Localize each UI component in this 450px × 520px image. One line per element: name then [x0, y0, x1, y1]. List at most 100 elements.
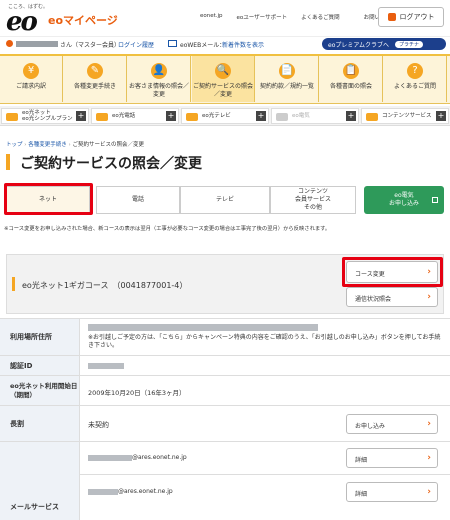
mail1-detail-button[interactable]: 詳細 ›	[346, 448, 438, 468]
breadcrumb-changes[interactable]: 各種変更手続き	[28, 142, 67, 148]
nav-item-label: ご請求内訳	[15, 83, 46, 90]
plus-icon[interactable]: +	[256, 111, 266, 121]
address-redacted	[88, 324, 318, 331]
breadcrumb: トップ › 各種変更手続き › ご契約サービスの照会／変更	[6, 142, 144, 148]
row-long: 長割 未契約 お申し込み ›	[0, 406, 450, 442]
service-icon	[6, 113, 18, 121]
user-icon	[6, 40, 13, 47]
service-icon	[96, 113, 108, 121]
nav-item-label: 各種変更手続き	[73, 83, 116, 90]
chevron-right-icon: ›	[427, 453, 431, 463]
nav-item-label: よくあるご質問	[393, 83, 436, 90]
service-tab-0[interactable]: eo光ネット eo光シンプルプラン +	[1, 108, 89, 124]
nav-item-6[interactable]: ? よくあるご質問	[384, 56, 447, 102]
page-title: ご契約サービスの照会／変更	[20, 156, 202, 172]
mail1: @ares.eonet.ne.jp	[88, 454, 187, 461]
nav-item-4[interactable]: 📄 契約約款／規約一覧	[256, 56, 319, 102]
mail-icon	[168, 40, 177, 47]
plus-icon[interactable]: +	[76, 111, 86, 121]
electricity-apply-button[interactable]: eo電気 お申し込み	[364, 186, 444, 214]
row-address: 利用場所住所 ※お引越しご予定の方は、「こちら」からキャンペーン特典の内容をご確…	[0, 318, 450, 356]
site-title: eoマイページ	[48, 14, 118, 27]
mail1-user-redacted	[88, 454, 132, 461]
user-bar: さん（マスター会員） ログイン履歴 eoWEBメール： 新着件数を表示 eoプレ…	[0, 36, 450, 50]
premium-club-button[interactable]: eoプレミアムクラブへ プラチナ	[322, 38, 446, 50]
mail2-detail-button[interactable]: 詳細 ›	[346, 482, 438, 502]
row-auth: 認証ID	[0, 356, 450, 376]
breadcrumb-top[interactable]: トップ	[6, 142, 23, 148]
nav-icon: ✎	[87, 63, 103, 79]
service-tab-3[interactable]: eo電気 +	[271, 108, 359, 124]
nav-icon: 📋	[343, 63, 359, 79]
tab-content[interactable]: コンテンツ 会員サービス その他	[270, 186, 356, 214]
nav-item-5[interactable]: 📋 各種書面の照会	[320, 56, 383, 102]
nav-icon: ?	[407, 63, 423, 79]
course-accent	[12, 277, 15, 291]
external-icon	[432, 197, 438, 203]
nav-item-label: お客さま情報の照会／変更	[128, 83, 189, 98]
nav-item-label: ご契約サービスの照会／変更	[192, 83, 253, 98]
start-value: 2009年10月20日（16年3ヶ月）	[88, 389, 186, 397]
long-value: 未契約	[88, 421, 109, 429]
plus-icon[interactable]: +	[346, 111, 356, 121]
auth-label: 認証ID	[0, 356, 80, 375]
nav-item-0[interactable]: ¥ ご請求内訳	[0, 56, 63, 102]
nav-item-2[interactable]: 👤 お客さま情報の照会／変更	[128, 56, 191, 102]
service-label: コンテンツサービス	[382, 113, 432, 119]
link-eonet[interactable]: eonet.jp	[200, 13, 223, 21]
mail-label: メールサービス	[0, 442, 80, 520]
eo-logo[interactable]: eo	[6, 7, 38, 37]
title-accent	[6, 154, 10, 170]
user-name-redacted	[16, 41, 58, 47]
nav-icon: 👤	[151, 63, 167, 79]
service-tab-2[interactable]: eo光テレビ +	[181, 108, 269, 124]
start-label: eo光ネット利用開始日（期間）	[0, 376, 80, 405]
breadcrumb-current: ご契約サービスの照会／変更	[72, 142, 144, 148]
service-label: eo光テレビ	[202, 113, 231, 119]
tab-phone[interactable]: 電話	[96, 186, 180, 214]
auth-redacted	[88, 363, 124, 369]
service-tab-1[interactable]: eo光電話 +	[91, 108, 179, 124]
address-label: 利用場所住所	[0, 319, 80, 355]
course-name: eo光ネット1ギガコース （0041877001-4）	[22, 281, 188, 290]
nav-icon: 📄	[279, 63, 295, 79]
nav-item-label: 契約約款／規約一覧	[259, 83, 314, 90]
nav-item-1[interactable]: ✎ 各種変更手続き	[64, 56, 127, 102]
plus-icon[interactable]: +	[436, 111, 446, 121]
service-icon	[366, 113, 378, 121]
chevron-right-icon: ›	[427, 487, 431, 497]
service-tab-4[interactable]: コンテンツサービス +	[361, 108, 449, 124]
row-start: eo光ネット利用開始日（期間） 2009年10月20日（16年3ヶ月）	[0, 376, 450, 406]
webmail-label: eoWEBメール：	[180, 42, 226, 49]
mail2-user-redacted	[88, 488, 118, 495]
long-label: 長割	[0, 406, 80, 441]
address-note: ※お引越しご予定の方は、「こちら」からキャンペーン特典の内容をご確認のうえ、「お…	[88, 334, 441, 349]
notice: ※コース変更をお申し込みされた場合、新コースの表示は翌月（工事が必要なコース変更…	[4, 226, 331, 232]
plus-icon[interactable]: +	[166, 111, 176, 121]
chevron-right-icon: ›	[427, 292, 431, 302]
speed-check-button[interactable]: 通信状況照会 ›	[346, 287, 438, 307]
mail2: @ares.eonet.ne.jp	[88, 488, 173, 495]
premium-badge: プラチナ	[394, 40, 423, 48]
webmail-link[interactable]: 新着件数を表示	[222, 40, 264, 49]
link-faq[interactable]: よくあるご質問	[301, 13, 340, 21]
link-support[interactable]: eoユーザーサポート	[237, 13, 288, 21]
service-label: eo光ネット eo光シンプルプラン	[22, 110, 73, 122]
user-suffix: さん（マスター会員）	[60, 42, 121, 49]
row-mail: メールサービス @ares.eonet.ne.jp 詳細 › @ares.eone…	[0, 442, 450, 520]
chevron-right-icon: ›	[427, 419, 431, 429]
header-links: eonet.jp eoユーザーサポート よくあるご質問 お問い合わせ	[200, 13, 397, 21]
highlight-net-tab	[4, 183, 93, 215]
logout-button[interactable]: ログアウト	[378, 7, 444, 27]
long-apply-button[interactable]: お申し込み ›	[346, 414, 438, 434]
service-label: eo光電話	[112, 113, 136, 119]
highlight-course-change	[342, 257, 443, 287]
service-icon	[186, 113, 198, 121]
tab-tv[interactable]: テレビ	[180, 186, 270, 214]
service-label: eo電気	[292, 113, 310, 119]
login-history-link[interactable]: ログイン履歴	[118, 40, 154, 49]
nav-item-label: 各種書面の照会	[329, 83, 372, 90]
service-icon	[276, 113, 288, 121]
nav-icon: ¥	[23, 63, 39, 79]
nav-item-3[interactable]: 🔍 ご契約サービスの照会／変更	[192, 56, 255, 102]
